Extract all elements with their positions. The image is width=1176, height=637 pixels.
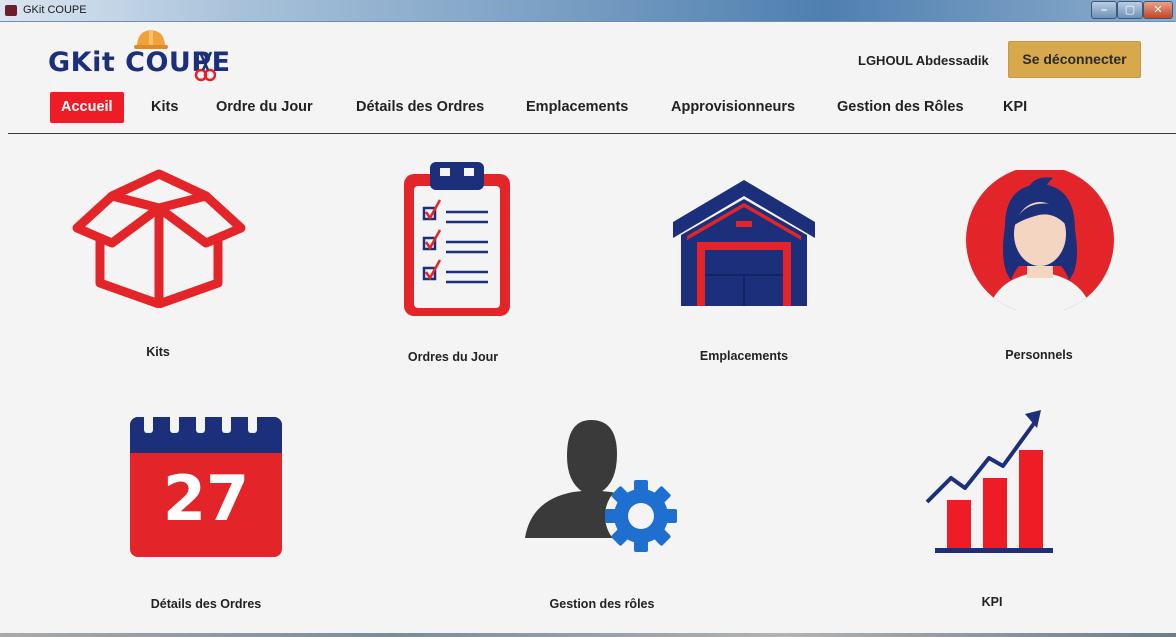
tile-label-gestion-des-roles[interactable]: Gestion des rôles [550,597,655,611]
nav-item-emplacements[interactable]: Emplacements [526,92,628,123]
taskbar-strip [0,633,1176,637]
nav-item-kits[interactable]: Kits [151,92,178,123]
header-divider [8,133,1176,134]
tile-label-personnels[interactable]: Personnels [1005,348,1072,362]
nav-item-approvisionneurs[interactable]: Approvisionneurs [671,92,795,123]
calendar-icon[interactable]: 27 [130,413,282,557]
nav-item-accueil[interactable]: Accueil [50,92,124,123]
user-avatar-icon[interactable] [965,170,1115,310]
nav-item-kpi[interactable]: KPI [1003,92,1027,123]
bar-chart-growth-icon[interactable] [923,408,1055,554]
warehouse-icon[interactable] [673,180,815,306]
window-title: GKit COUPE [23,4,87,16]
app-logo[interactable]: GKit COUPE [48,30,231,87]
tile-label-emplacements[interactable]: Emplacements [700,349,788,363]
maximize-button[interactable]: ▢ [1117,1,1143,19]
nav-item-details-des-ordres[interactable]: Détails des Ordres [356,92,484,123]
minimize-button[interactable]: – [1091,1,1117,19]
window-titlebar: GKit COUPE – ▢ ✕ [0,0,1176,22]
tile-label-details-des-ordres[interactable]: Détails des Ordres [151,597,261,611]
box-icon[interactable] [70,168,248,308]
user-gear-icon[interactable] [525,420,681,552]
app-icon [5,5,17,16]
nav-item-gestion-des-roles[interactable]: Gestion des Rôles [837,92,964,123]
clipboard-checklist-icon[interactable] [402,162,512,318]
hardhat-icon [134,30,168,49]
user-name: LGHOUL Abdessadik [858,53,989,68]
scissors-icon [194,51,216,82]
tile-label-ordres-du-jour[interactable]: Ordres du Jour [408,350,498,364]
calendar-day: 27 [162,462,250,535]
main-nav: Accueil Kits Ordre du Jour Détails des O… [0,92,1176,124]
nav-item-ordre-du-jour[interactable]: Ordre du Jour [216,92,313,123]
tile-label-kpi[interactable]: KPI [982,595,1003,609]
tile-label-kits[interactable]: Kits [146,345,170,359]
logout-button[interactable]: Se déconnecter [1008,41,1141,78]
close-button[interactable]: ✕ [1143,1,1173,19]
